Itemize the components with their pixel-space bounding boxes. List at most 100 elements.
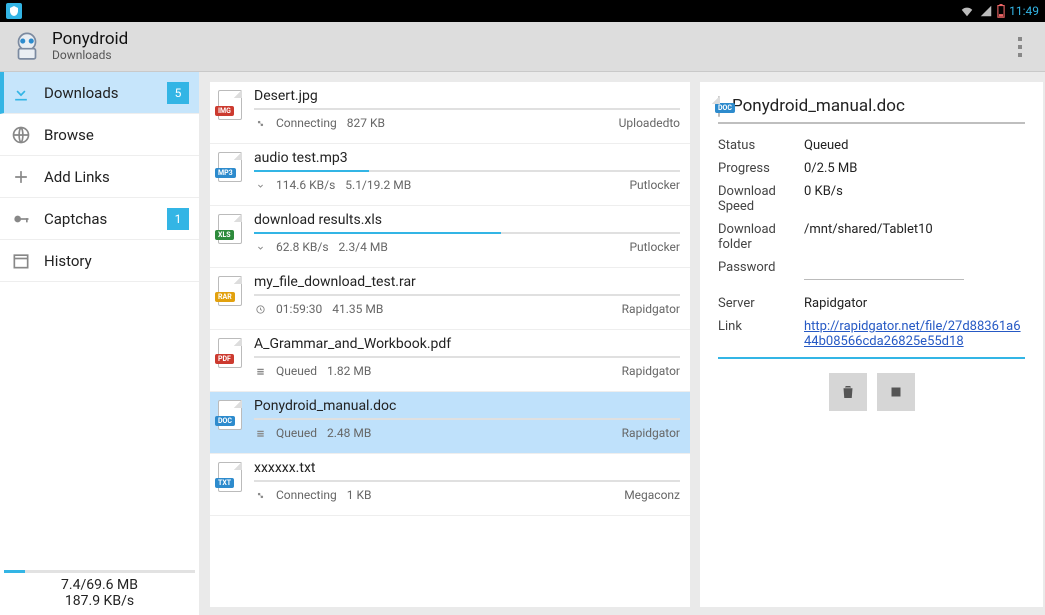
download-size: 2.48 MB (327, 426, 371, 440)
statusbar-app-icon (6, 3, 22, 19)
signal-icon (979, 4, 993, 18)
download-underline-icon (10, 82, 32, 104)
value-link[interactable]: http://rapidgator.net/file/27d88361a644b… (804, 319, 1025, 349)
stop-button[interactable] (877, 373, 915, 411)
file-type-icon: TXT (216, 460, 244, 515)
globe-icon (10, 124, 32, 146)
nav-item-label: Browse (44, 126, 189, 144)
delete-button[interactable] (829, 373, 867, 411)
status-icon (254, 427, 266, 439)
file-icon: DOC (718, 97, 720, 116)
download-progress-bar (254, 108, 680, 110)
download-size: 41.35 MB (332, 302, 383, 316)
file-type-icon: PDF (216, 336, 244, 391)
download-size: 5.1/19.2 MB (345, 178, 411, 192)
divider (718, 357, 1025, 359)
download-filename: Ponydroid_manual.doc (254, 398, 680, 414)
download-row[interactable]: PDF A_Grammar_and_Workbook.pdf Queued 1.82 … (210, 330, 690, 392)
app-icon (10, 30, 44, 64)
label-link: Link (718, 319, 804, 349)
download-row[interactable]: DOC Ponydroid_manual.doc Queued 2.48 MB Rapi… (210, 392, 690, 454)
file-type-icon: MP3 (216, 150, 244, 205)
download-progress-bar (254, 294, 680, 296)
global-stats-line2: 187.9 KB/s (4, 593, 195, 609)
nav-item-badge: 5 (167, 82, 189, 104)
download-progress-bar (254, 170, 680, 172)
download-progress-bar (254, 480, 680, 482)
file-type-icon: RAR (216, 274, 244, 329)
detail-pane: DOC Ponydroid_manual.doc Status Queued P… (700, 82, 1043, 607)
label-status: Status (718, 138, 804, 153)
actionbar-title: Ponydroid (52, 30, 128, 50)
nav-sidebar: Downloads5 Browse Add Links Captchas 1 Histor… (0, 72, 200, 615)
download-status: 114.6 KB/s (276, 178, 335, 192)
download-progress-bar (254, 232, 680, 234)
value-speed: 0 KB/s (804, 184, 1025, 214)
file-type-icon: IMG (216, 88, 244, 143)
nav-item-label: Add Links (44, 168, 189, 186)
download-status: 01:59:30 (276, 302, 322, 316)
label-progress: Progress (718, 161, 804, 176)
detail-filename: Ponydroid_manual.doc (732, 96, 905, 116)
download-status: Queued (276, 426, 317, 440)
nav-item-badge: 1 (167, 208, 189, 230)
global-stats-line1: 7.4/69.6 MB (4, 577, 195, 593)
nav-item-add-links[interactable]: Add Links (0, 156, 199, 198)
download-row[interactable]: TXTxxxxxx.txtConnecting1 KBMegaconz (210, 454, 690, 516)
download-host: Rapidgator (622, 426, 680, 440)
value-folder: /mnt/shared/Tablet10 (804, 222, 1025, 252)
status-icon (254, 365, 266, 377)
key-icon (10, 208, 32, 230)
download-list: IMG Desert.jpg Connecting 827 KB Uploadedto M… (210, 82, 690, 607)
value-server: Rapidgator (804, 296, 1025, 311)
download-filename: download results.xls (254, 212, 680, 228)
android-status-bar: 11:49 (0, 0, 1045, 22)
download-status: Connecting (276, 488, 337, 502)
download-host: Rapidgator (622, 302, 680, 316)
download-filename: audio test.mp3 (254, 150, 680, 166)
label-server: Server (718, 296, 804, 311)
value-progress: 0/2.5 MB (804, 161, 1025, 176)
label-speed: Download Speed (718, 184, 804, 214)
status-icon (254, 489, 266, 501)
value-password[interactable] (804, 260, 1025, 280)
nav-item-label: Captchas (44, 210, 155, 228)
download-progress-bar (254, 356, 680, 358)
separator (718, 122, 1025, 124)
download-filename: Desert.jpg (254, 88, 680, 104)
status-icon (254, 117, 266, 129)
password-input[interactable] (804, 260, 964, 280)
download-row[interactable]: IMG Desert.jpg Connecting 827 KB Uploadedto (210, 82, 690, 144)
download-row[interactable]: XLSdownload results.xls62.8 KB/s2.3/4 MB… (210, 206, 690, 268)
download-status: 62.8 KB/s (276, 240, 329, 254)
download-row[interactable]: RAR my_file_download_test.rar 01:59:30 41.3… (210, 268, 690, 330)
nav-item-captchas[interactable]: Captchas 1 (0, 198, 199, 240)
download-host: Putlocker (629, 240, 680, 254)
statusbar-clock: 11:49 (1009, 4, 1039, 18)
download-status: Queued (276, 364, 317, 378)
download-size: 827 KB (347, 116, 385, 130)
calendar-icon (10, 250, 32, 272)
download-host: Rapidgator (622, 364, 680, 378)
download-size: 1 KB (347, 488, 372, 502)
status-icon (254, 303, 266, 315)
label-folder: Download folder (718, 222, 804, 252)
download-host: Putlocker (629, 178, 680, 192)
download-host: Uploadedto (619, 116, 680, 130)
nav-item-downloads[interactable]: Downloads5 (0, 72, 199, 114)
nav-item-label: History (44, 252, 189, 270)
download-size: 1.82 MB (327, 364, 371, 378)
file-type-icon: XLS (216, 212, 244, 267)
actionbar-subtitle: Downloads (52, 49, 128, 63)
file-type-icon: DOC (216, 398, 244, 453)
nav-item-history[interactable]: History (0, 240, 199, 282)
download-filename: A_Grammar_and_Workbook.pdf (254, 336, 680, 352)
nav-item-browse[interactable]: Browse (0, 114, 199, 156)
wifi-icon (959, 4, 975, 18)
sidebar-stats: 7.4/69.6 MB 187.9 KB/s (0, 562, 199, 615)
overflow-menu-button[interactable] (1005, 27, 1035, 67)
download-row[interactable]: MP3 audio test.mp3 114.6 KB/s 5.1/19.2 MB Pu… (210, 144, 690, 206)
download-progress-bar (254, 418, 680, 420)
download-filename: my_file_download_test.rar (254, 274, 680, 290)
download-status: Connecting (276, 116, 337, 130)
